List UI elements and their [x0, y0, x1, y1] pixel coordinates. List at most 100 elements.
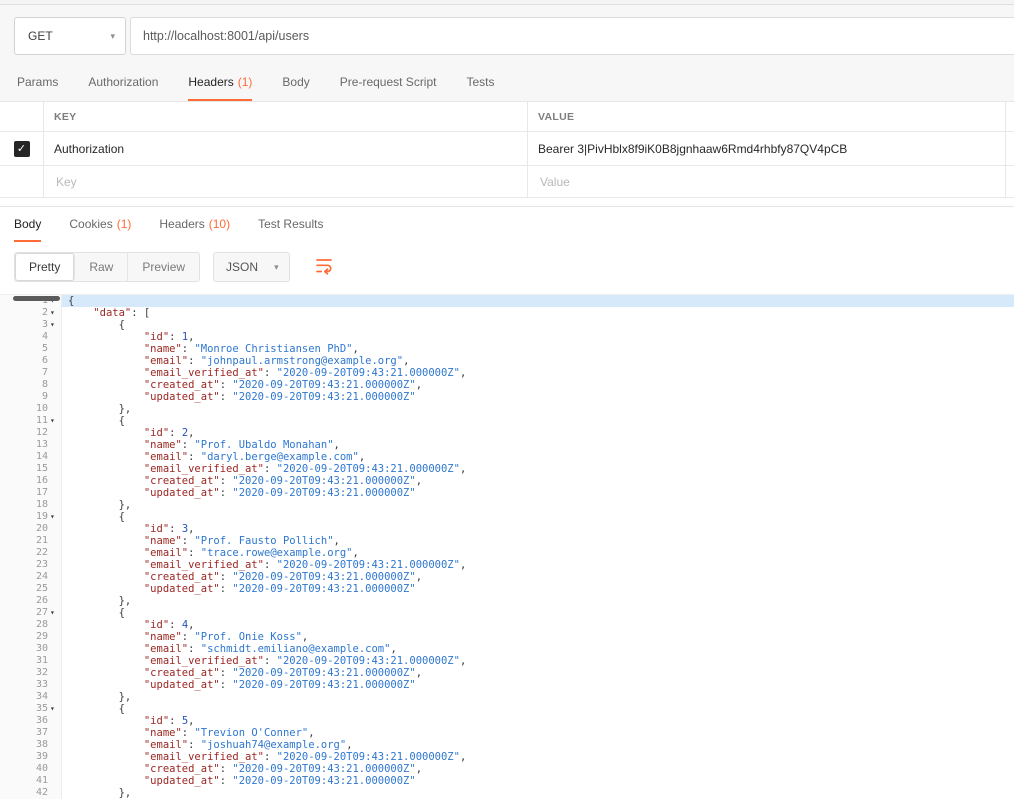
line-number: 9 [41, 391, 48, 402]
url-input[interactable] [130, 17, 1014, 55]
chevron-down-icon: ▾ [110, 30, 115, 41]
code-line-text: }, [118, 787, 132, 799]
editor-gutter-cell: 36 [0, 715, 62, 727]
header-key-cell[interactable]: Authorization [44, 132, 528, 165]
line-number: 37 [35, 727, 48, 738]
table-row: ✓ Authorization Bearer 3|PivHblx8f9iK0B8… [0, 132, 1014, 166]
editor-gutter-cell: 6 [0, 355, 62, 367]
code-line: 39 "email_verified_at": "2020-09-20T09:4… [0, 751, 1014, 763]
method-select[interactable]: GET ▾ [14, 17, 126, 55]
line-number: 15 [35, 463, 48, 474]
view-mode-raw-button[interactable]: Raw [75, 253, 129, 281]
request-builder: GET ▾ Params Authorization Headers (1) B… [0, 5, 1014, 101]
editor-scrollbar-thumb[interactable] [13, 296, 60, 301]
editor-gutter-cell: 9 [0, 391, 62, 403]
view-mode-pretty-button[interactable]: Pretty [15, 253, 76, 281]
fold-toggle-icon[interactable]: ▾ [48, 511, 61, 523]
code-line: 30 "email": "schmidt.emiliano@example.co… [0, 643, 1014, 655]
new-header-value-input[interactable] [538, 173, 986, 190]
line-number: 30 [35, 643, 48, 654]
line-number: 29 [35, 631, 48, 642]
actions-column-sliver [1006, 132, 1014, 165]
tab-tests[interactable]: Tests [466, 65, 494, 101]
new-header-key-input[interactable] [54, 173, 508, 190]
response-tabs: Body Cookies (1) Headers (10) Test Resul… [0, 206, 1014, 242]
code-line-text: "id": 1, [143, 331, 195, 343]
line-number: 16 [35, 475, 48, 486]
view-mode-preview-button[interactable]: Preview [128, 253, 199, 281]
code-line: 41 "updated_at": "2020-09-20T09:43:21.00… [0, 775, 1014, 787]
editor-gutter-cell: 4 [0, 331, 62, 343]
header-enabled-checkbox[interactable]: ✓ [13, 140, 30, 157]
code-line-text: "name": "Monroe Christiansen PhD", [143, 343, 359, 355]
code-line: 9 "updated_at": "2020-09-20T09:43:21.000… [0, 391, 1014, 403]
code-line-text: "email": "daryl.berge@example.com", [143, 451, 366, 463]
code-line: 28 "id": 4, [0, 619, 1014, 631]
editor-gutter-cell: 11 ▾ [0, 415, 62, 427]
language-select[interactable]: JSON ▾ [213, 252, 290, 282]
line-number: 35 [35, 703, 48, 714]
editor-gutter-cell: 41 [0, 775, 62, 787]
code-line-text: }, [118, 499, 132, 511]
line-number: 17 [35, 487, 48, 498]
tab-label: Pre-request Script [339, 75, 437, 89]
tab-body[interactable]: Body [282, 65, 309, 101]
tab-label: Test Results [258, 216, 324, 231]
chevron-down-icon: ▾ [274, 261, 279, 272]
tab-label: Headers [159, 216, 205, 231]
editor-gutter-cell: 7 [0, 367, 62, 379]
tab-authorization[interactable]: Authorization [88, 65, 158, 101]
line-number: 33 [35, 679, 48, 690]
wrap-text-icon [314, 256, 334, 278]
section-gap [0, 198, 1014, 206]
editor-gutter-cell: 24 [0, 571, 62, 583]
tab-count: (1) [116, 216, 132, 231]
wrap-text-button[interactable] [314, 256, 334, 278]
editor-gutter-cell: 5 [0, 343, 62, 355]
fold-toggle-icon[interactable]: ▾ [48, 319, 61, 331]
editor-gutter-cell: 25 [0, 583, 62, 595]
code-line-text: "updated_at": "2020-09-20T09:43:21.00000… [143, 679, 416, 691]
code-line: 11 ▾ { [0, 415, 1014, 427]
code-line: 38 "email": "joshuah74@example.org", [0, 739, 1014, 751]
response-tab-body[interactable]: Body [14, 207, 42, 242]
tab-headers[interactable]: Headers (1) [188, 65, 253, 101]
table-row-empty [0, 166, 1014, 198]
editor-gutter-cell: 27 ▾ [0, 607, 62, 619]
line-number: 42 [35, 787, 48, 798]
line-number: 12 [35, 427, 48, 438]
fold-toggle-icon[interactable]: ▾ [48, 415, 61, 427]
tab-params[interactable]: Params [17, 65, 58, 101]
tab-pre-request-script[interactable]: Pre-request Script [340, 65, 437, 101]
response-tab-test-results[interactable]: Test Results [258, 207, 323, 242]
code-line: 10 }, [0, 403, 1014, 415]
response-tab-headers[interactable]: Headers (10) [159, 207, 230, 242]
line-number: 19 [35, 511, 48, 522]
code-line: 12 "id": 2, [0, 427, 1014, 439]
editor-gutter-cell: 29 [0, 631, 62, 643]
code-line: 20 "id": 3, [0, 523, 1014, 535]
code-line-text: "name": "Prof. Onie Koss", [143, 631, 309, 643]
code-line: 40 "created_at": "2020-09-20T09:43:21.00… [0, 763, 1014, 775]
code-line-text: "created_at": "2020-09-20T09:43:21.00000… [143, 571, 423, 583]
header-value-cell[interactable]: Bearer 3|PivHblx8f9iK0B8jgnhaaw6Rmd4rhbf… [528, 132, 1006, 165]
editor-gutter-cell: 22 [0, 547, 62, 559]
tab-count: (1) [237, 75, 253, 89]
line-number: 18 [35, 499, 48, 510]
code-line: 15 "email_verified_at": "2020-09-20T09:4… [0, 463, 1014, 475]
new-header-key-cell [44, 166, 528, 197]
line-number: 40 [35, 763, 48, 774]
code-line: 14 "email": "daryl.berge@example.com", [0, 451, 1014, 463]
line-number: 32 [35, 667, 48, 678]
fold-toggle-icon[interactable]: ▾ [48, 307, 61, 319]
code-line-text: "email_verified_at": "2020-09-20T09:43:2… [143, 463, 467, 475]
code-line: 35 ▾ { [0, 703, 1014, 715]
code-line-text: }, [118, 403, 132, 415]
response-tab-cookies[interactable]: Cookies (1) [69, 207, 131, 242]
code-line-text: }, [118, 691, 132, 703]
fold-toggle-icon[interactable]: ▾ [48, 607, 61, 619]
line-number: 8 [41, 379, 48, 390]
fold-toggle-icon[interactable]: ▾ [48, 703, 61, 715]
code-line-text: { [118, 415, 125, 427]
code-line: 23 "email_verified_at": "2020-09-20T09:4… [0, 559, 1014, 571]
